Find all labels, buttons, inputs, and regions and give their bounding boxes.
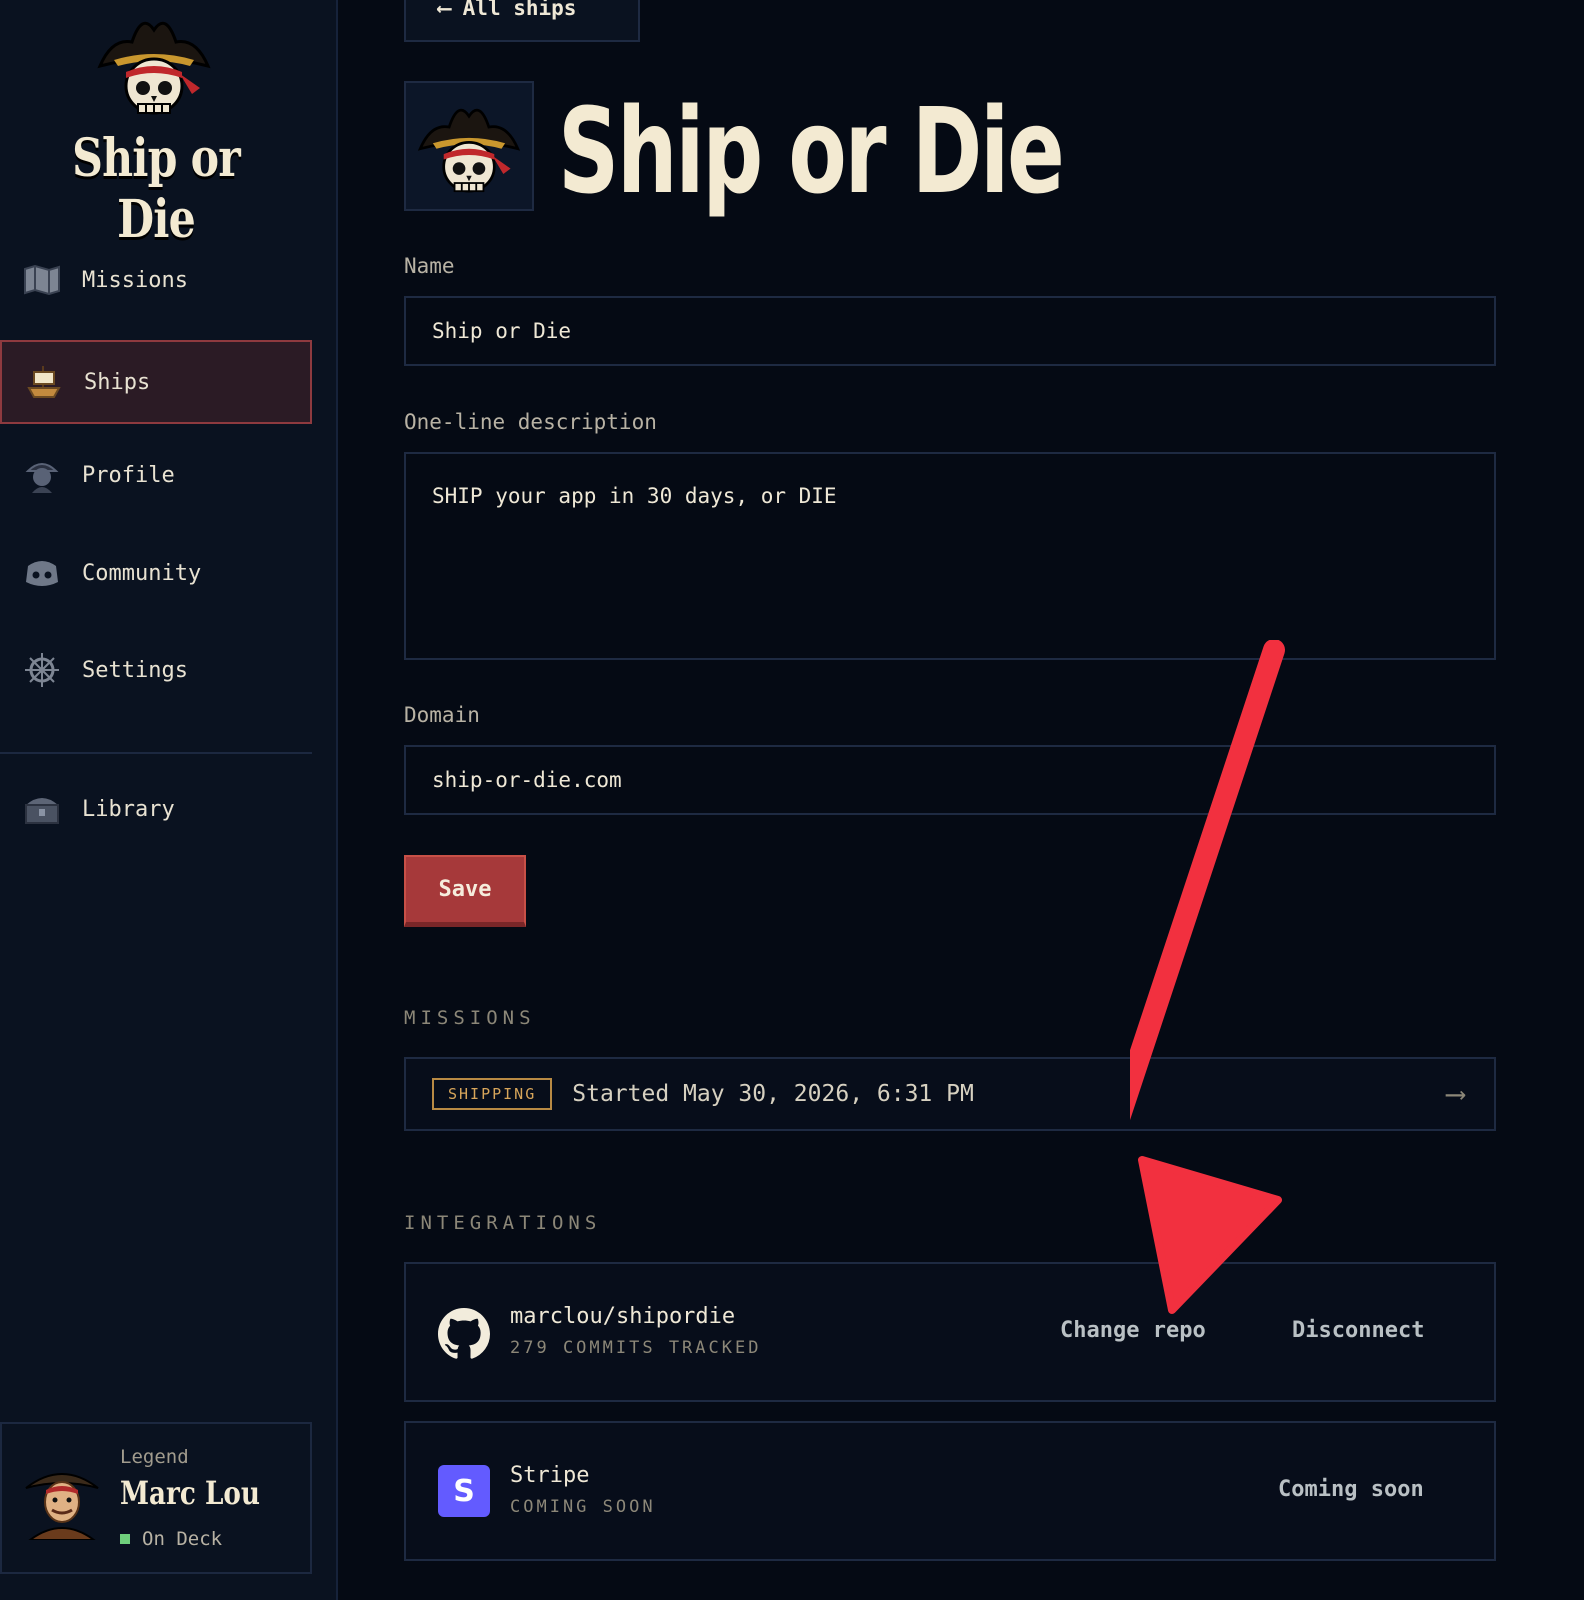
save-button[interactable]: Save (404, 855, 526, 927)
sidebar-item-profile[interactable]: Profile (0, 433, 312, 517)
ship-wheel-icon (22, 650, 62, 690)
sidebar: Ship or Die Missions Ships Profile Commu… (0, 0, 338, 1600)
sidebar-item-label: Missions (82, 267, 188, 293)
stripe-coming-soon-label: Coming soon (1278, 1477, 1424, 1502)
disconnect-button[interactable]: Disconnect (1292, 1318, 1424, 1343)
github-integration-card: marclou/shipordie 279 COMMITS TRACKED Ch… (404, 1262, 1496, 1402)
avatar (24, 1460, 100, 1544)
page-title: Ship or Die (558, 82, 1065, 220)
sidebar-item-label: Library (82, 796, 175, 822)
status-badge: SHIPPING (432, 1078, 553, 1110)
user-status-label: On Deck (142, 1528, 223, 1550)
sidebar-item-library[interactable]: Library (0, 767, 312, 851)
sidebar-item-community[interactable]: Community (0, 531, 312, 615)
user-role: Legend (120, 1446, 189, 1468)
ship-avatar[interactable] (404, 81, 534, 211)
github-commits-tracked: 279 COMMITS TRACKED (510, 1338, 762, 1358)
annotation-arrow-icon (1130, 640, 1285, 1314)
sidebar-item-ships[interactable]: Ships (0, 340, 312, 424)
stripe-integration-card: S Stripe COMING SOON Coming soon (404, 1421, 1496, 1561)
user-name: Marc Lou (120, 1474, 261, 1512)
sidebar-item-label: Ships (84, 369, 151, 395)
pirate-skull-icon (417, 108, 521, 193)
discord-icon (22, 553, 62, 593)
change-repo-button[interactable]: Change repo (1060, 1318, 1206, 1343)
integrations-heading: INTEGRATIONS (404, 1212, 602, 1234)
sidebar-divider (0, 752, 312, 754)
github-repo-name: marclou/shipordie (510, 1304, 736, 1329)
sidebar-item-label: Profile (82, 462, 175, 488)
treasure-chest-icon (22, 789, 62, 829)
app: Ship or Die Missions Ships Profile Commu… (0, 0, 1584, 1600)
stripe-logo-icon: S (438, 1465, 490, 1517)
github-icon (438, 1308, 490, 1360)
status-dot-icon (120, 1534, 130, 1544)
back-link-label: All ships (462, 0, 577, 20)
pirate-skull-logo-icon (92, 8, 216, 122)
description-textarea[interactable]: SHIP your app in 30 days, or DIE (404, 452, 1496, 660)
mission-started-text: Started May 30, 2026, 6:31 PM (572, 1081, 974, 1107)
mission-row[interactable]: SHIPPING Started May 30, 2026, 6:31 PM ⟶ (404, 1057, 1496, 1131)
user-card[interactable]: Legend Marc Lou On Deck (0, 1422, 312, 1574)
name-input[interactable] (404, 296, 1496, 366)
sidebar-item-missions[interactable]: Missions (0, 238, 312, 322)
domain-label: Domain (404, 703, 480, 727)
user-status: On Deck (120, 1528, 222, 1550)
sidebar-item-settings[interactable]: Settings (0, 628, 312, 712)
brand-title: Ship or Die (72, 128, 241, 250)
arrow-left-icon: ⟵ (438, 0, 451, 20)
ship-icon (24, 362, 64, 402)
description-label: One-line description (404, 410, 657, 434)
name-label: Name (404, 254, 455, 278)
arrow-right-icon: ⟶ (1447, 1077, 1464, 1110)
stripe-status: COMING SOON (510, 1497, 656, 1517)
pirate-profile-icon (22, 455, 62, 495)
sidebar-item-label: Settings (82, 657, 188, 683)
back-to-all-ships-link[interactable]: ⟵ All ships (404, 0, 640, 42)
stripe-name: Stripe (510, 1463, 590, 1488)
domain-input[interactable] (404, 745, 1496, 815)
map-icon (22, 260, 62, 300)
brand[interactable]: Ship or Die (0, 0, 312, 250)
missions-heading: MISSIONS (404, 1007, 536, 1029)
sidebar-item-label: Community (82, 560, 202, 586)
